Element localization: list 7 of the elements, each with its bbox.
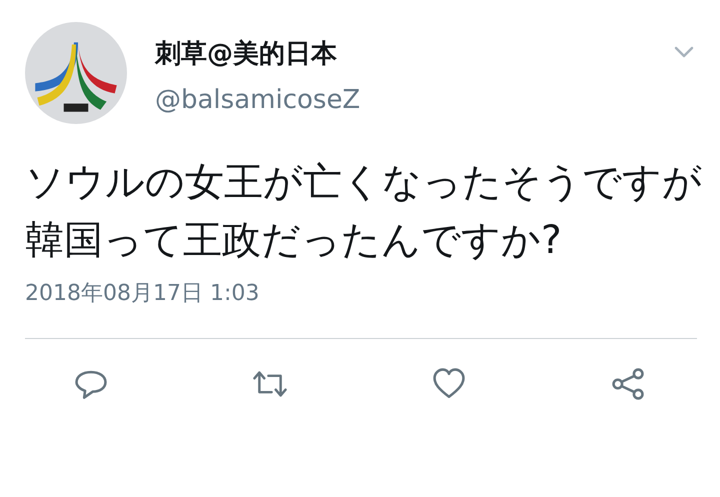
tweet-text: 韓国って王政だったんですか?: [25, 217, 563, 265]
heart-icon[interactable]: [431, 367, 467, 401]
timestamp: 2018年08月17日 1:03: [25, 280, 260, 308]
tweet-text: ソウルの女王が亡くなったそうですが: [25, 159, 703, 207]
user-handle: @balsamicoseZ: [155, 85, 362, 115]
display-name: 刺草@美的日本: [155, 38, 338, 71]
share-icon[interactable]: [610, 367, 646, 401]
